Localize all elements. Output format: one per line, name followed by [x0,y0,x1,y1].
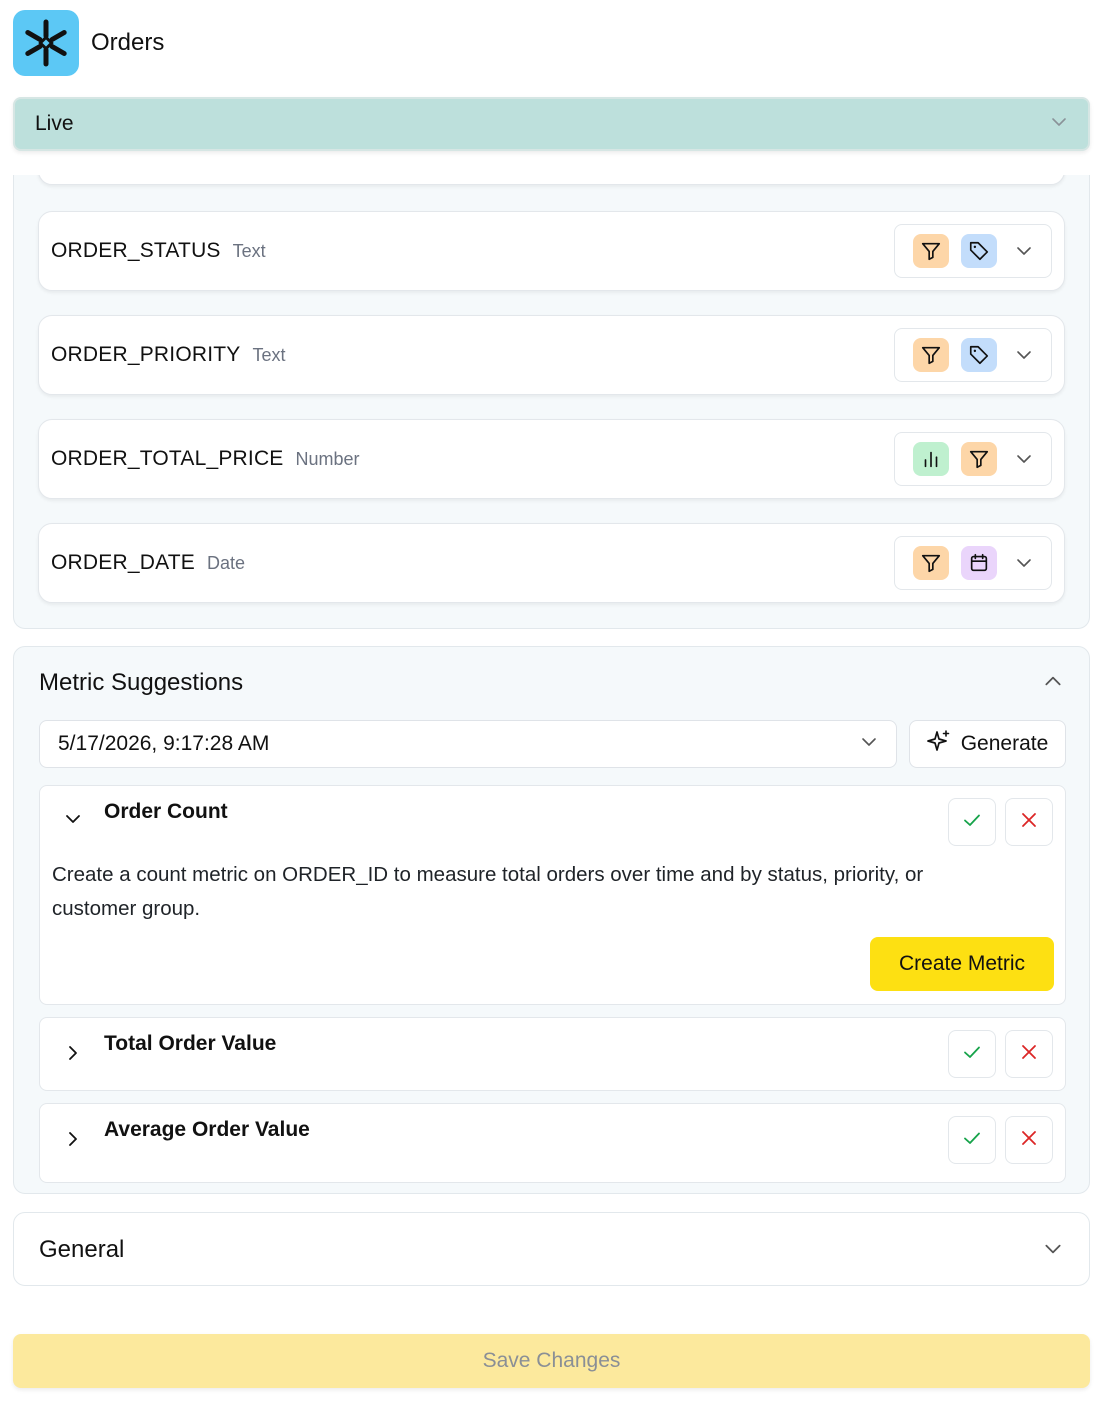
save-changes-button[interactable]: Save Changes [13,1334,1090,1388]
section-title: General [39,1236,125,1263]
section-title: Metric Suggestions [39,669,244,696]
field-type: Date [206,552,245,573]
check-icon [962,810,982,835]
close-icon [1019,810,1039,835]
check-icon [962,1128,982,1153]
suggestion-title: Average Order Value [104,1118,310,1141]
suggestion-card-average-order-value[interactable]: Average Order Value [39,1103,1066,1183]
field-actions [894,536,1052,590]
suggestion-title: Order Count [104,800,228,823]
field-name: ORDER_DATE [51,551,195,574]
field-type: Number [295,448,360,469]
close-icon [1019,1128,1039,1153]
filter-icon[interactable] [961,442,997,476]
field-type: Text [252,344,286,365]
filter-icon[interactable] [913,546,949,580]
field-type: Text [232,240,266,261]
suggestion-description: Create a count metric on ORDER_ID to mea… [52,863,924,920]
field-actions [894,328,1052,382]
accept-button[interactable] [948,1116,996,1164]
suggestion-card-total-order-value[interactable]: Total Order Value [39,1017,1066,1091]
chevron-down-icon[interactable] [1015,554,1033,572]
tag-icon[interactable] [961,234,997,268]
fields-panel: ORDER_STATUS Text ORDER_PRIORITY Text OR… [13,175,1090,629]
chevron-down-icon[interactable] [64,810,82,833]
snowflake-icon [13,10,79,76]
create-metric-button[interactable]: Create Metric [870,937,1054,991]
field-actions [894,224,1052,278]
chevron-up-icon[interactable] [1043,671,1063,696]
chevron-down-icon [1050,113,1068,136]
app-header: Orders [13,10,164,76]
field-card-order-date: ORDER_DATE Date [38,523,1065,603]
generate-label: Generate [960,732,1049,755]
tag-icon[interactable] [961,338,997,372]
field-card-order-status: ORDER_STATUS Text [38,211,1065,291]
check-icon [962,1042,982,1067]
page-title: Orders [91,29,165,56]
chevron-right-icon[interactable] [64,1130,82,1153]
suggestion-card-order-count: Order Count Create a count metric on ORD… [39,785,1066,1005]
field-name: ORDER_STATUS [51,239,221,262]
run-timestamp-value: 5/17/2026, 9:17:28 AM [58,732,270,755]
run-timestamp-select[interactable]: 5/17/2026, 9:17:28 AM [39,720,897,768]
reject-button[interactable] [1005,798,1053,846]
field-card-order-total-price: ORDER_TOTAL_PRICE Number [38,419,1065,499]
filter-icon[interactable] [913,234,949,268]
sparkles-icon [926,729,951,759]
field-name: ORDER_TOTAL_PRICE [51,447,284,470]
close-icon [1019,1042,1039,1067]
bar-chart-icon[interactable] [913,442,949,476]
chevron-down-icon [860,733,878,756]
environment-value: Live [35,112,74,135]
accept-button[interactable] [948,798,996,846]
field-card [38,175,1065,185]
field-card-order-priority: ORDER_PRIORITY Text [38,315,1065,395]
reject-button[interactable] [1005,1030,1053,1078]
field-name: ORDER_PRIORITY [51,343,241,366]
metric-suggestions-panel: Metric Suggestions 5/17/2026, 9:17:28 AM… [13,646,1090,1194]
reject-button[interactable] [1005,1116,1053,1164]
chevron-down-icon[interactable] [1015,346,1033,364]
chevron-down-icon[interactable] [1015,450,1033,468]
accept-button[interactable] [948,1030,996,1078]
chevron-down-icon[interactable] [1015,242,1033,260]
general-panel[interactable]: General [13,1212,1090,1286]
calendar-icon[interactable] [961,546,997,580]
suggestion-title: Total Order Value [104,1032,277,1055]
environment-select[interactable]: Live [13,97,1090,151]
field-actions [894,432,1052,486]
chevron-right-icon[interactable] [64,1044,82,1067]
generate-button[interactable]: Generate [909,720,1066,768]
chevron-down-icon[interactable] [1043,1239,1063,1264]
filter-icon[interactable] [913,338,949,372]
